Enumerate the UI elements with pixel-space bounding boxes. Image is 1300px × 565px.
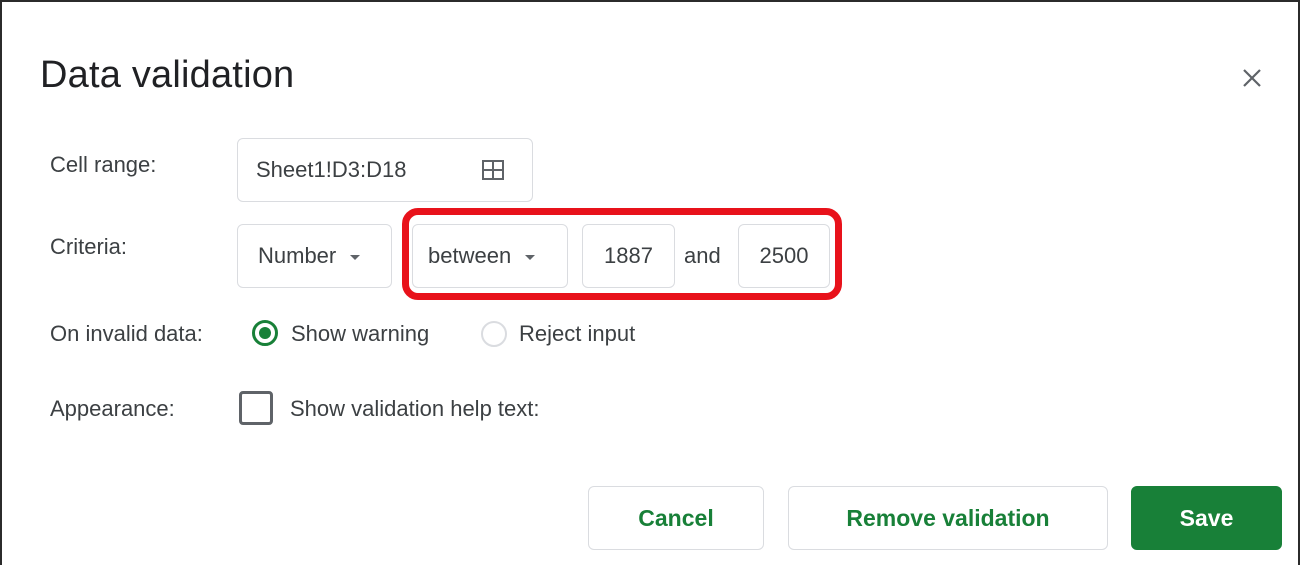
criteria-min-input[interactable]: 1887	[582, 224, 675, 288]
criteria-operator-dropdown[interactable]: between	[412, 224, 568, 288]
close-button[interactable]	[1234, 60, 1270, 96]
cell-range-field[interactable]: Sheet1!D3:D18	[237, 138, 533, 202]
criteria-label: Criteria:	[50, 234, 128, 259]
reject-input-radio[interactable]	[481, 321, 507, 347]
criteria-type-value: Number	[258, 243, 337, 268]
dialog-title: Data validation	[40, 54, 295, 96]
cell-range-value: Sheet1!D3:D18	[256, 157, 407, 182]
data-validation-dialog: Data validation Cell range: Sheet1!D3:D1…	[0, 0, 1300, 565]
show-help-text-label[interactable]: Show validation help text:	[290, 396, 540, 422]
cancel-button[interactable]: Cancel	[588, 486, 764, 550]
criteria-connector-label: and	[684, 243, 721, 268]
criteria-min-value: 1887	[604, 243, 653, 268]
criteria-max-value: 2500	[759, 243, 809, 268]
criteria-max-input[interactable]: 2500	[738, 224, 830, 288]
appearance-label: Appearance:	[50, 396, 175, 421]
show-warning-radio[interactable]	[252, 320, 278, 346]
grid-icon[interactable]	[482, 160, 504, 180]
invalid-data-label: On invalid data:	[50, 321, 203, 346]
reject-input-label[interactable]: Reject input	[519, 321, 635, 347]
criteria-type-dropdown[interactable]: Number	[237, 224, 392, 288]
cell-range-label: Cell range:	[50, 152, 157, 177]
show-help-text-checkbox[interactable]	[239, 391, 273, 425]
close-icon	[1243, 69, 1261, 87]
criteria-operator-value: between	[428, 243, 512, 268]
save-button[interactable]: Save	[1131, 486, 1282, 550]
show-warning-label[interactable]: Show warning	[291, 321, 429, 347]
remove-validation-button[interactable]: Remove validation	[788, 486, 1108, 550]
chevron-down-icon	[525, 254, 536, 260]
chevron-down-icon	[350, 254, 361, 260]
